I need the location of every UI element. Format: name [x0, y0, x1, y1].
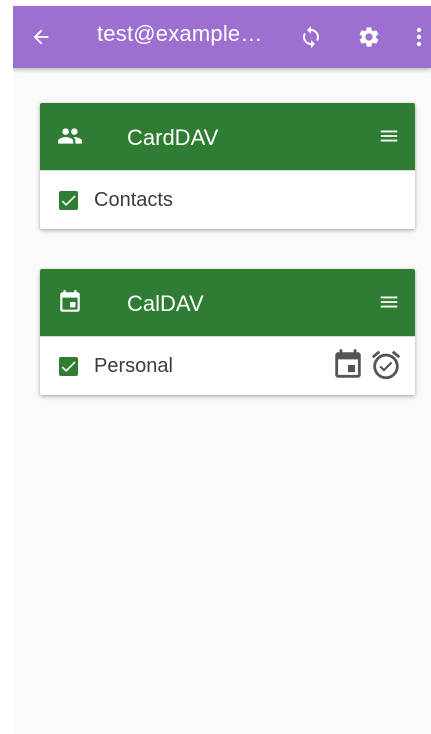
alarm-check-icon: [371, 350, 401, 380]
account-screen: test@example… CardDAV Contacts CalDAV Pe…: [13, 6, 431, 734]
menu-icon[interactable]: [377, 291, 401, 313]
personal-label: Personal: [94, 355, 173, 377]
more-vert-icon: [416, 27, 422, 47]
people-icon: [58, 128, 82, 144]
settings-button[interactable]: [353, 6, 385, 68]
contacts-checkbox[interactable]: [59, 191, 78, 210]
personal-status-icons: [331, 347, 403, 383]
caldav-card: CalDAV Personal: [40, 269, 415, 395]
personal-checkbox[interactable]: [59, 357, 78, 376]
arrow-left-icon: [33, 29, 49, 45]
check-icon: [61, 361, 76, 373]
check-icon: [61, 195, 76, 207]
list-item-contacts[interactable]: Contacts: [40, 170, 415, 229]
carddav-header: CardDAV: [40, 103, 415, 170]
caldav-title: CalDAV: [127, 291, 204, 316]
carddav-card: CardDAV Contacts: [40, 103, 415, 229]
sync-icon: [303, 26, 319, 48]
overflow-menu-button[interactable]: [409, 6, 429, 68]
back-button[interactable]: [23, 6, 59, 68]
sync-button[interactable]: [296, 6, 326, 68]
carddav-title: CardDAV: [127, 125, 219, 150]
caldav-header: CalDAV: [40, 269, 415, 336]
calendar-icon: [60, 290, 80, 312]
list-item-personal[interactable]: Personal: [40, 336, 415, 395]
gear-icon: [359, 27, 379, 47]
contacts-label: Contacts: [94, 189, 173, 211]
app-bar: test@example…: [13, 6, 431, 68]
menu-icon[interactable]: [377, 125, 401, 147]
calendar-event-icon: [335, 349, 361, 378]
account-title: test@example…: [97, 21, 263, 46]
